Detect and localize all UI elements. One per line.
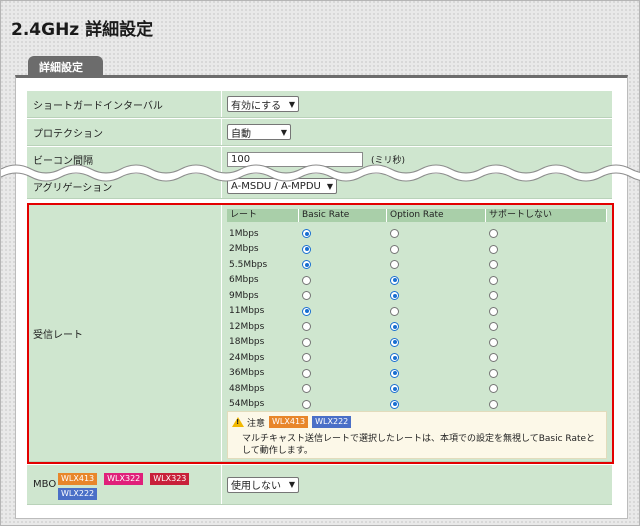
short-guard-select-value: 有効にする xyxy=(231,100,282,112)
short-guard-label: ショートガードインターバル xyxy=(27,91,222,117)
model-badge: WLX413 xyxy=(58,473,98,485)
mbo-select-value: 使用しない xyxy=(231,481,281,492)
model-badge: WLX322 xyxy=(104,473,144,485)
chevron-down-icon: ▼ xyxy=(288,99,295,109)
mbo-select[interactable]: 使用しない ▼ xyxy=(227,476,299,493)
row-short-guard-interval: ショートガードインターバル 有効にする ▼ xyxy=(27,91,612,118)
tab-advanced-settings[interactable]: 詳細設定 xyxy=(28,56,103,76)
model-badge: WLX323 xyxy=(150,473,190,485)
highlight-frame xyxy=(27,203,614,464)
protection-select[interactable]: 自動 ▼ xyxy=(227,124,291,140)
short-guard-select[interactable]: 有効にする ▼ xyxy=(227,96,299,112)
chevron-down-icon: ▼ xyxy=(280,127,287,137)
omission-wave-separator xyxy=(1,164,640,182)
mbo-model-badges: WLX413 WLX322 WLX323 WLX222 xyxy=(58,473,208,500)
row-protection: プロテクション 自動 ▼ xyxy=(27,119,612,146)
protection-select-value: 自動 xyxy=(231,128,251,140)
model-badge: WLX222 xyxy=(58,488,98,500)
chevron-down-icon: ▼ xyxy=(288,480,295,489)
protection-label: プロテクション xyxy=(27,119,222,145)
page-title: 2.4GHz 詳細設定 xyxy=(11,20,154,40)
